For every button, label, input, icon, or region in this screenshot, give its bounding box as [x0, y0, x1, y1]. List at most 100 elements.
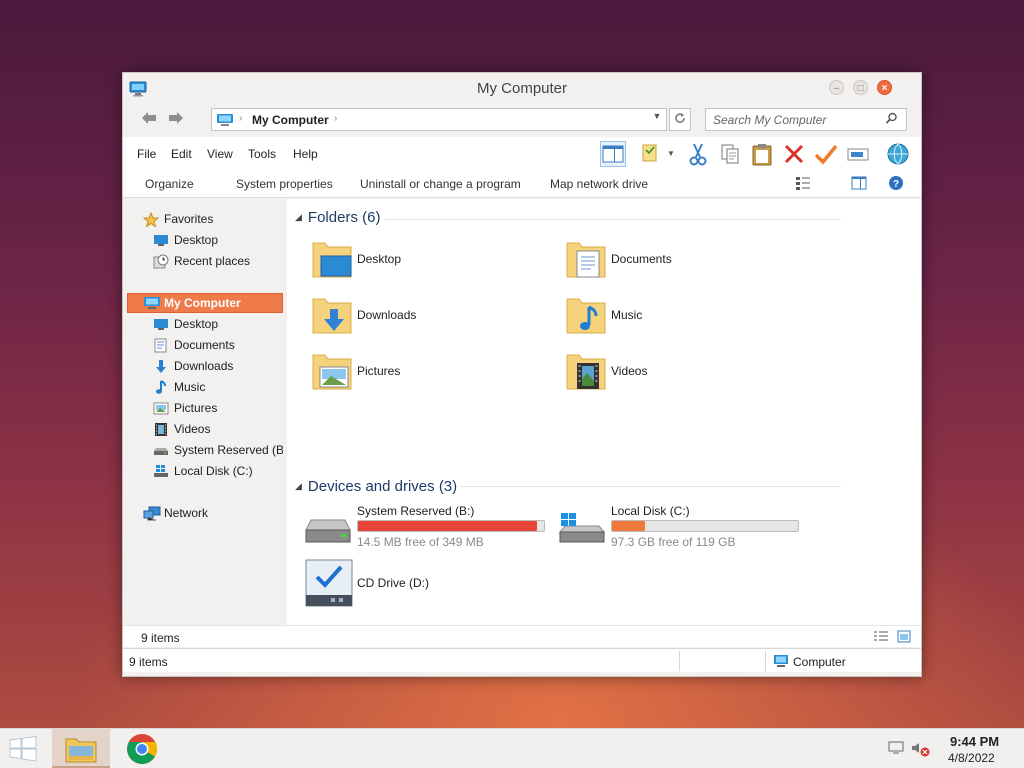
chrome-icon[interactable] — [126, 733, 158, 768]
nav-music[interactable]: Music — [127, 377, 283, 397]
nav-label: My Computer — [164, 296, 241, 310]
menu-tools[interactable]: Tools — [248, 147, 276, 161]
search-input[interactable] — [705, 108, 907, 131]
collapse-triangle-icon[interactable]: ◢ — [295, 212, 302, 222]
large-icons-view-icon[interactable] — [897, 630, 911, 647]
file-explorer-icon — [65, 736, 97, 767]
map-network-drive-button[interactable]: Map network drive — [550, 177, 648, 191]
paste-icon[interactable] — [749, 141, 775, 167]
nav-label: Desktop — [174, 233, 219, 247]
nav-label: System Reserved (B:) — [174, 443, 283, 457]
folder-music[interactable]: Music — [565, 295, 765, 343]
folder-downloads[interactable]: Downloads — [311, 295, 511, 343]
delete-icon[interactable] — [781, 141, 807, 167]
nav-downloads[interactable]: Downloads — [127, 356, 283, 376]
change-view-icon[interactable] — [795, 175, 813, 194]
drive-usage-bar — [611, 520, 799, 532]
nav-favorites[interactable]: Favorites — [127, 209, 283, 229]
nav-network[interactable]: Network — [127, 503, 283, 523]
nav-label: Network — [164, 506, 209, 520]
cut-icon[interactable] — [685, 141, 711, 167]
music-note-icon — [153, 380, 169, 397]
menu-help[interactable]: Help — [293, 147, 318, 161]
nav-documents[interactable]: Documents — [127, 335, 283, 355]
details-view-icon[interactable] — [873, 630, 889, 647]
preview-pane-icon[interactable] — [600, 141, 626, 167]
svg-text:?: ? — [893, 179, 899, 190]
drive-usage-fill — [612, 521, 646, 531]
organize-button[interactable]: Organize — [145, 177, 194, 191]
drive-system-reserved[interactable]: System Reserved (B:) 14.5 MB free of 349… — [305, 504, 555, 552]
breadcrumb-chevron-icon[interactable]: › — [334, 113, 337, 124]
menu-edit[interactable]: Edit — [171, 147, 192, 161]
network-tray-icon[interactable] — [888, 741, 906, 758]
address-bar[interactable]: › My Computer › ▼ — [211, 108, 667, 131]
folder-documents[interactable]: Documents — [565, 239, 765, 287]
search-icon[interactable] — [885, 112, 898, 128]
nav-local-disk[interactable]: Local Disk (C:) — [127, 461, 283, 481]
cd-drive-icon — [305, 559, 355, 610]
nav-label: Favorites — [164, 212, 214, 226]
content-pane: ◢ Folders (6) Desktop Documents Downloads — [287, 199, 921, 625]
taskbar-file-explorer[interactable] — [52, 729, 110, 768]
system-properties-button[interactable]: System properties — [236, 177, 333, 191]
preview-pane-toggle-icon[interactable] — [851, 175, 867, 194]
clock-date[interactable]: 4/8/2022 — [948, 751, 995, 765]
windows-hard-drive-icon — [558, 512, 606, 547]
status-bar: 9 items Computer — [123, 648, 921, 672]
volume-tray-icon[interactable] — [910, 741, 930, 760]
forward-arrow-icon[interactable] — [168, 111, 184, 130]
folder-name: Music — [611, 308, 643, 322]
devices-group-header[interactable]: ◢ Devices and drives (3) — [295, 478, 457, 495]
nav-recent-places[interactable]: Recent places — [127, 251, 283, 271]
folder-options-icon[interactable] — [639, 141, 665, 167]
uninstall-program-button[interactable]: Uninstall or change a program — [360, 177, 521, 191]
maximize-button[interactable]: □ — [853, 80, 868, 95]
nav-desktop[interactable]: Desktop — [127, 314, 283, 334]
recent-places-icon — [153, 254, 169, 271]
divider — [461, 486, 841, 487]
globe-icon[interactable] — [885, 141, 911, 167]
item-count: 9 items — [141, 631, 180, 645]
computer-icon — [143, 296, 161, 312]
drive-usage-bar — [357, 520, 545, 532]
clock-time[interactable]: 9:44 PM — [950, 734, 999, 749]
nav-label: Videos — [174, 422, 211, 436]
menu-bar: File Edit View Tools Help ▼ — [123, 137, 921, 169]
breadcrumb-chevron-icon[interactable]: › — [239, 113, 242, 124]
drive-free-space: 14.5 MB free of 349 MB — [357, 535, 484, 549]
nav-pictures[interactable]: Pictures — [127, 398, 283, 418]
windows-start-icon[interactable] — [8, 736, 38, 765]
nav-favorites-desktop[interactable]: Desktop — [127, 230, 283, 250]
drive-free-space: 97.3 GB free of 119 GB — [611, 535, 736, 549]
nav-my-computer[interactable]: My Computer — [127, 293, 283, 313]
title-bar[interactable]: My Computer – □ × — [123, 73, 921, 103]
folders-group-header[interactable]: ◢ Folders (6) — [295, 209, 380, 226]
help-icon[interactable]: ? — [888, 175, 904, 194]
folder-name: Videos — [611, 364, 648, 378]
rename-icon[interactable] — [845, 141, 871, 167]
chevron-down-icon[interactable]: ▼ — [650, 111, 664, 121]
folder-videos[interactable]: Videos — [565, 351, 765, 399]
film-icon — [153, 422, 169, 439]
close-button[interactable]: × — [877, 80, 892, 95]
drive-local-disk[interactable]: Local Disk (C:) 97.3 GB free of 119 GB — [558, 504, 809, 552]
properties-check-icon[interactable] — [813, 141, 839, 167]
folder-desktop[interactable]: Desktop — [311, 239, 511, 287]
documents-folder-icon — [565, 239, 607, 284]
menu-file[interactable]: File — [137, 147, 156, 161]
nav-system-reserved[interactable]: System Reserved (B:) — [127, 440, 283, 460]
taskbar: 9:44 PM 4/8/2022 — [0, 728, 1024, 768]
collapse-triangle-icon[interactable]: ◢ — [295, 481, 302, 491]
menu-view[interactable]: View — [207, 147, 233, 161]
minimize-button[interactable]: – — [829, 80, 844, 95]
nav-videos[interactable]: Videos — [127, 419, 283, 439]
drive-cd[interactable]: CD Drive (D:) — [305, 559, 555, 607]
desktop-icon — [153, 233, 169, 250]
back-arrow-icon[interactable] — [141, 111, 157, 130]
folder-pictures[interactable]: Pictures — [311, 351, 511, 399]
copy-icon[interactable] — [717, 141, 743, 167]
breadcrumb-my-computer[interactable]: My Computer — [252, 113, 329, 127]
nav-label: Downloads — [174, 359, 234, 373]
refresh-button[interactable] — [669, 108, 691, 131]
